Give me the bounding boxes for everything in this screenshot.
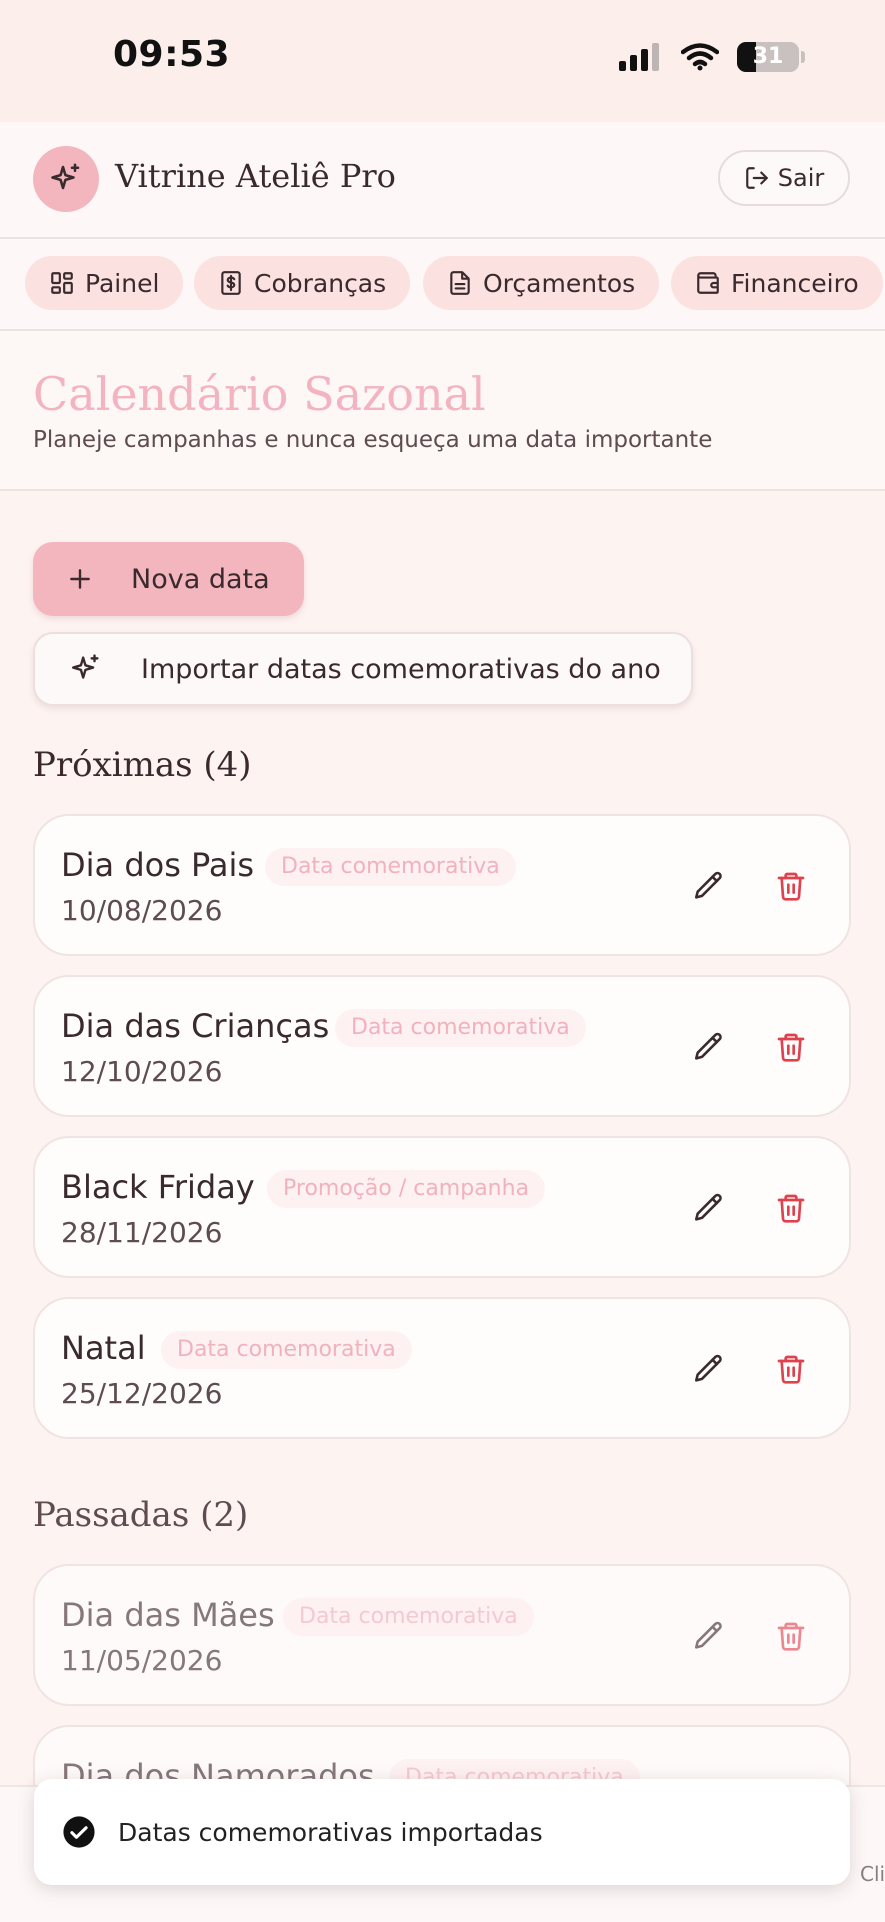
trash-icon <box>777 1033 805 1062</box>
toast-notification: Datas comemorativas importadas <box>34 1779 850 1885</box>
battery-icon: 31 <box>737 42 799 72</box>
delete-button[interactable] <box>771 1188 811 1228</box>
nav-tabs: Painel Cobranças Orçamentos Financeiro <box>0 239 885 331</box>
battery-level: 31 <box>752 44 784 69</box>
event-card: Dia das Mães Data comemorativa 11/05/202… <box>33 1564 851 1706</box>
page-heading: Calendário Sazonal Planeje campanhas e n… <box>0 331 885 491</box>
pencil-icon <box>694 1032 722 1060</box>
event-card: Black Friday Promoção / campanha 28/11/2… <box>33 1136 851 1278</box>
tab-orcamentos[interactable]: Orçamentos <box>423 256 660 310</box>
status-time: 09:53 <box>113 34 231 75</box>
event-type-badge: Data comemorativa <box>283 1598 534 1636</box>
event-date: 25/12/2026 <box>61 1377 223 1410</box>
event-type-badge: Data comemorativa <box>335 1009 586 1047</box>
import-dates-label: Importar datas comemorativas do ano <box>141 653 661 685</box>
logo <box>33 146 99 212</box>
logout-icon <box>745 167 768 189</box>
pencil-icon <box>694 1621 722 1649</box>
edit-button[interactable] <box>689 1027 729 1067</box>
logout-label: Sair <box>777 164 825 192</box>
tab-financeiro[interactable]: Financeiro <box>671 256 883 310</box>
plus-icon <box>70 569 90 589</box>
delete-button[interactable] <box>771 1616 811 1656</box>
check-circle-icon <box>63 1816 95 1848</box>
status-bar: 09:53 31 <box>0 0 885 122</box>
edit-button[interactable] <box>689 866 729 906</box>
delete-button[interactable] <box>771 866 811 906</box>
trash-icon <box>777 1622 805 1651</box>
edit-button[interactable] <box>689 1349 729 1389</box>
pencil-icon <box>694 871 722 899</box>
new-date-button[interactable]: Nova data <box>33 542 304 616</box>
event-name: Dia das Mães <box>61 1596 275 1634</box>
signal-icon <box>619 43 659 71</box>
tab-label: Painel <box>85 268 160 298</box>
event-type-badge: Data comemorativa <box>265 848 516 886</box>
trash-icon <box>777 872 805 901</box>
logout-button[interactable]: Sair <box>718 150 850 206</box>
event-name: Dia das Crianças <box>61 1007 330 1045</box>
past-title: Passadas (2) <box>33 1495 249 1535</box>
event-date: 28/11/2026 <box>61 1216 223 1249</box>
page-subtitle: Planeje campanhas e nunca esqueça uma da… <box>33 427 713 453</box>
event-card: Dia dos Pais Data comemorativa 10/08/202… <box>33 814 851 956</box>
event-date: 10/08/2026 <box>61 894 223 927</box>
delete-button[interactable] <box>771 1349 811 1389</box>
tab-painel[interactable]: Painel <box>25 256 184 310</box>
event-type-badge: Data comemorativa <box>161 1331 412 1369</box>
delete-button[interactable] <box>771 1027 811 1067</box>
event-card: Natal Data comemorativa 25/12/2026 <box>33 1297 851 1439</box>
tab-label: Cobranças <box>254 268 387 298</box>
event-type-badge: Promoção / campanha <box>267 1170 546 1208</box>
document-icon <box>450 271 470 295</box>
event-date: 12/10/2026 <box>61 1055 223 1088</box>
import-dates-button[interactable]: Importar datas comemorativas do ano <box>33 632 693 706</box>
dollar-icon <box>221 271 241 295</box>
toast-message: Datas comemorativas importadas <box>118 1817 543 1847</box>
dashboard-icon <box>51 272 73 294</box>
upcoming-title: Próximas (4) <box>33 745 252 785</box>
tab-label: Orçamentos <box>483 268 636 298</box>
tab-label: Financeiro <box>731 268 859 298</box>
pencil-icon <box>694 1193 722 1221</box>
edit-button[interactable] <box>689 1188 729 1228</box>
app-title: Vitrine Ateliê Pro <box>115 157 396 195</box>
tab-cobrancas[interactable]: Cobranças <box>194 256 411 310</box>
wifi-icon <box>681 43 719 71</box>
new-date-label: Nova data <box>131 563 270 595</box>
trash-icon <box>777 1355 805 1384</box>
page-title: Calendário Sazonal <box>33 367 486 421</box>
sparkles-icon <box>51 163 80 190</box>
event-name: Natal <box>61 1329 146 1367</box>
sparkles-icon <box>72 654 99 679</box>
event-card: Dia das Crianças Data comemorativa 12/10… <box>33 975 851 1117</box>
event-name: Dia dos Pais <box>61 846 255 884</box>
footer-clipped-text: Cli <box>860 1862 885 1886</box>
wallet-icon <box>697 272 719 294</box>
event-date: 11/05/2026 <box>61 1644 223 1677</box>
pencil-icon <box>694 1354 722 1382</box>
event-name: Black Friday <box>61 1168 255 1206</box>
edit-button[interactable] <box>689 1616 729 1656</box>
app-header: Vitrine Ateliê Pro Sair <box>0 122 885 239</box>
status-icons: 31 <box>619 42 805 72</box>
trash-icon <box>777 1194 805 1223</box>
